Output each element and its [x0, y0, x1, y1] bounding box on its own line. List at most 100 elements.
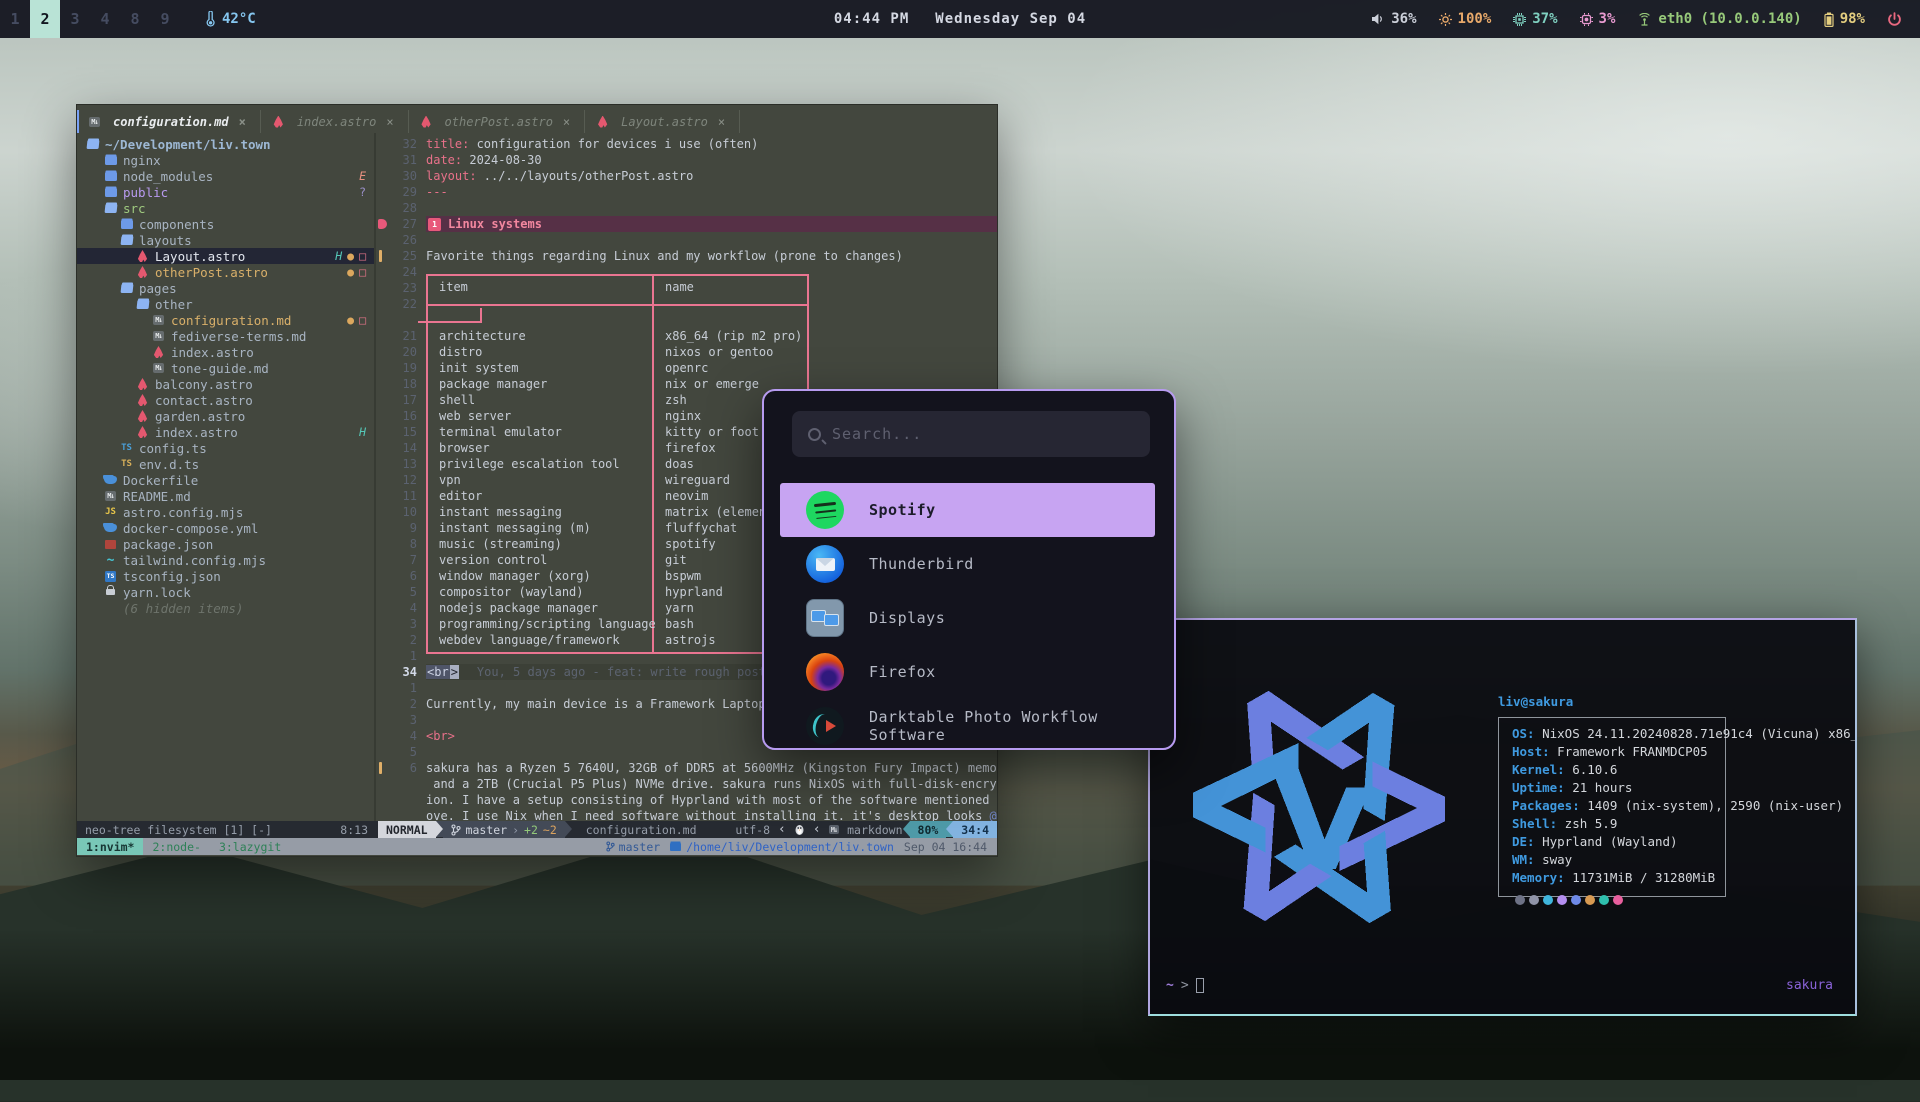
tree-item[interactable]: index.astro	[77, 344, 374, 360]
tab-close-icon[interactable]: ×	[718, 115, 725, 129]
tree-item[interactable]: Layout.astro H●□	[77, 248, 374, 264]
palette-dot	[1571, 895, 1581, 905]
tab-close-icon[interactable]: ×	[563, 115, 570, 129]
tree-item[interactable]: garden.astro	[77, 408, 374, 424]
tree-item[interactable]: public ?	[77, 184, 374, 200]
file-type-icon	[119, 234, 134, 247]
tab-close-icon[interactable]: ×	[239, 115, 246, 129]
gutter-sign	[376, 664, 389, 680]
tree-item[interactable]: env.d.ts	[77, 456, 374, 472]
tree-item[interactable]: index.astro H	[77, 424, 374, 440]
tree-item[interactable]: src	[77, 200, 374, 216]
file-type-icon	[151, 314, 166, 327]
gutter-row: 18	[376, 376, 426, 392]
gutter-row: 4	[376, 600, 426, 616]
tree-item[interactable]: tailwind.config.mjs	[77, 552, 374, 568]
tree-item[interactable]: README.md	[77, 488, 374, 504]
intro-line: Favorite things regarding Linux and my w…	[426, 248, 997, 264]
tree-item[interactable]: fediverse-terms.md	[77, 328, 374, 344]
tree-item[interactable]: config.ts	[77, 440, 374, 456]
editor-tab[interactable]: index.astro ×	[261, 110, 409, 133]
editor-tab[interactable]: Layout.astro ×	[585, 110, 740, 133]
tree-item[interactable]: docker-compose.yml	[77, 520, 374, 536]
launcher-item[interactable]: Darktable Photo Workflow Software	[764, 699, 1174, 750]
fastfetch-field-value: zsh 5.9	[1557, 816, 1617, 831]
workspace-button[interactable]: 1	[0, 0, 30, 38]
volume-module[interactable]: 36%	[1371, 11, 1416, 27]
tree-item[interactable]: configuration.md ●□	[77, 312, 374, 328]
launcher-item[interactable]: Displays	[764, 591, 1174, 645]
table-cell-item: editor	[426, 489, 652, 503]
workspace-button[interactable]: 9	[150, 0, 180, 38]
git-status-badge: H	[359, 425, 366, 439]
file-type-icon	[103, 490, 118, 503]
network-module[interactable]: eth0 (10.0.0.140)	[1637, 11, 1801, 27]
tree-item[interactable]: node_modules E	[77, 168, 374, 184]
search-placeholder: Search...	[832, 425, 922, 443]
cpu-module[interactable]: 37%	[1513, 11, 1557, 27]
tree-item[interactable]: yarn.lock	[77, 584, 374, 600]
tree-item[interactable]: tsconfig.json	[77, 568, 374, 584]
tree-item[interactable]: Dockerfile	[77, 472, 374, 488]
file-type-icon	[103, 586, 118, 599]
file-type-icon	[135, 266, 150, 279]
gutter-sign	[376, 200, 389, 216]
fastfetch-field-label: OS:	[1512, 726, 1535, 741]
tree-item[interactable]: ~/Development/liv.town	[77, 136, 374, 152]
launcher-search[interactable]: Search...	[792, 411, 1150, 457]
table-cell-item: compositor (wayland)	[426, 585, 652, 599]
launcher-item[interactable]: Thunderbird	[764, 537, 1174, 591]
tree-item[interactable]: components	[77, 216, 374, 232]
power-button[interactable]	[1887, 12, 1902, 27]
tree-item[interactable]: nginx	[77, 152, 374, 168]
gpu-module[interactable]: 3%	[1580, 11, 1616, 27]
fastfetch-field: DE: Hyprland (Wayland)	[1512, 834, 1725, 852]
tree-item[interactable]: balcony.astro	[77, 376, 374, 392]
terminal-window[interactable]: liv@sakura OS: NixOS 24.11.20240828.71e9…	[1148, 618, 1857, 1016]
tab-close-icon[interactable]: ×	[386, 115, 393, 129]
launcher-item[interactable]: Spotify	[764, 483, 1174, 537]
workspace-button[interactable]: 4	[90, 0, 120, 38]
branch-name[interactable]: master	[466, 823, 508, 837]
tmux-window-tab[interactable]: 1:nvim*	[77, 838, 143, 855]
tree-item[interactable]: contact.astro	[77, 392, 374, 408]
editor-tab[interactable]: otherPost.astro ×	[409, 110, 586, 133]
battery-module[interactable]: 98%	[1824, 11, 1865, 27]
tmux-window-tab[interactable]: 3:lazygit	[210, 838, 290, 855]
fastfetch-field: Shell: zsh 5.9	[1512, 816, 1725, 834]
gpu-value: 3%	[1599, 11, 1616, 27]
shell-prompt[interactable]: ~ >	[1166, 978, 1204, 993]
editor-tab[interactable]: configuration.md ×	[77, 110, 261, 133]
workspace-button[interactable]: 2	[30, 0, 60, 38]
scroll-progress: 80%	[910, 821, 947, 838]
tree-item[interactable]: (6 hidden items)	[77, 600, 374, 616]
line-number: 3	[389, 713, 426, 727]
neotree-status-text: neo-tree filesystem [1] [-]	[85, 823, 272, 837]
tree-item[interactable]: astro.config.mjs	[77, 504, 374, 520]
tree-item[interactable]: package.json	[77, 536, 374, 552]
gutter-sign	[376, 616, 389, 632]
line-number: 23	[389, 281, 426, 295]
launcher-item[interactable]: Firefox	[764, 645, 1174, 699]
fastfetch-field-label: Host:	[1512, 744, 1550, 759]
tree-item[interactable]: tone-guide.md	[77, 360, 374, 376]
gutter-row: 15	[376, 424, 426, 440]
table-row: compositor (wayland) hyprland	[426, 584, 809, 600]
tree-item[interactable]: layouts	[77, 232, 374, 248]
launcher-results: Spotify Thunderbird Displays Firefox Dar…	[764, 483, 1174, 750]
tree-item[interactable]: other	[77, 296, 374, 312]
tmux-window-tab[interactable]: 2:node-	[143, 838, 209, 855]
workspace-button[interactable]: 8	[120, 0, 150, 38]
fastfetch-field: Uptime: 21 hours	[1512, 780, 1725, 798]
workspace-button[interactable]: 3	[60, 0, 90, 38]
status-modules: 36% 100% 37%	[1371, 11, 1920, 27]
gutter-row: 25	[376, 248, 426, 264]
line-number: 17	[389, 393, 426, 407]
brightness-module[interactable]: 100%	[1439, 11, 1492, 27]
gutter-sign	[376, 168, 389, 184]
clock-date: Wednesday Sep 04	[935, 11, 1086, 27]
line-number: 7	[389, 553, 426, 567]
tree-item[interactable]: pages	[77, 280, 374, 296]
tree-item[interactable]: otherPost.astro ●□	[77, 264, 374, 280]
line-number: 8	[389, 537, 426, 551]
